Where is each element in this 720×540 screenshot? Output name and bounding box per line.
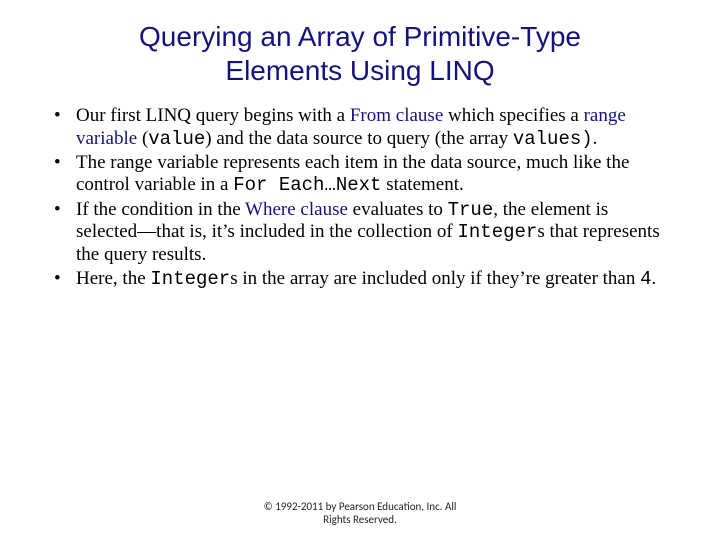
code-integer: Integer: [457, 221, 537, 243]
code-values: values): [513, 128, 593, 150]
bullet-3: If the condition in the Where clause eva…: [50, 199, 672, 266]
text: Our first LINQ query begins with a: [76, 105, 350, 126]
footer-line-2: Rights Reserved.: [323, 513, 397, 526]
title-line-1: Querying an Array of Primitive-Type: [139, 21, 581, 52]
text: Here, the: [76, 268, 150, 289]
text: .: [652, 268, 657, 289]
text: s in the array are included only if they…: [230, 268, 640, 289]
where-clause: Where clause: [245, 199, 348, 220]
text: (: [137, 128, 148, 149]
code-value: value: [148, 128, 205, 150]
bullet-1: Our first LINQ query begins with a From …: [50, 105, 672, 150]
text: which specifies a: [443, 105, 583, 126]
slide: Querying an Array of Primitive-Type Elem…: [0, 0, 720, 540]
slide-title: Querying an Array of Primitive-Type Elem…: [70, 20, 650, 87]
bullet-2: The range variable represents each item …: [50, 152, 672, 197]
code-integer: Integer: [150, 268, 230, 290]
from-clause: From clause: [350, 105, 443, 126]
bullet-list: Our first LINQ query begins with a From …: [50, 105, 672, 290]
code-four: 4: [640, 268, 651, 290]
bullet-4: Here, the Integers in the array are incl…: [50, 268, 672, 290]
text: .: [593, 128, 598, 149]
code-foreach: For Each…Next: [233, 174, 381, 196]
footer-line-1: © 1992-2011 by Pearson Education, Inc. A…: [264, 500, 457, 513]
text: ) and the data source to query (the arra…: [205, 128, 513, 149]
text: statement.: [381, 174, 463, 195]
text: If the condition in the: [76, 199, 245, 220]
code-true: True: [448, 199, 494, 221]
title-line-2: Elements Using LINQ: [225, 55, 494, 86]
copyright-footer: © 1992-2011 by Pearson Education, Inc. A…: [0, 500, 720, 526]
text: evaluates to: [348, 199, 448, 220]
